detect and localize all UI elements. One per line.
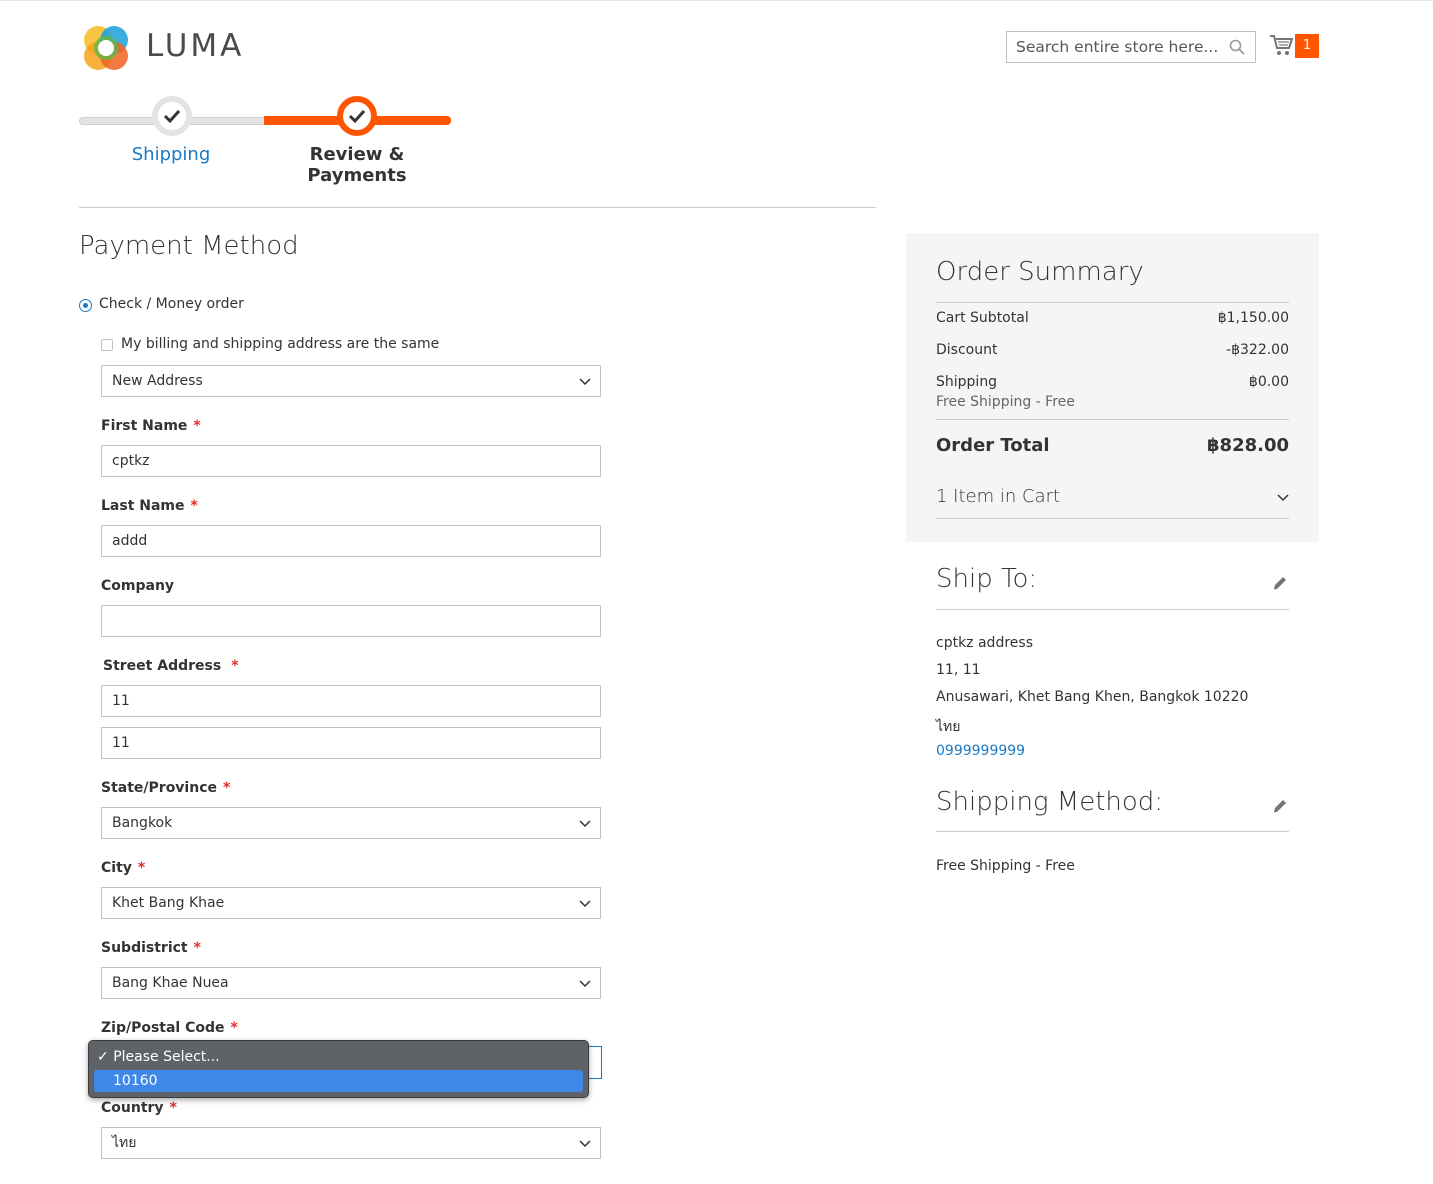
state-select[interactable]: Bangkok — [101, 807, 601, 839]
summary-divider — [936, 302, 1289, 303]
ship-to-phone-link[interactable]: 0999999999 — [936, 743, 1025, 759]
first-name-input[interactable] — [112, 446, 600, 476]
discount-value: -฿322.00 — [1226, 342, 1289, 358]
cart-icon[interactable] — [1269, 34, 1293, 56]
subtotal-label: Cart Subtotal — [936, 310, 1029, 326]
order-total-value: ฿828.00 — [1207, 435, 1289, 456]
zip-dropdown-menu[interactable]: ✓ Please Select... 10160 — [88, 1040, 589, 1098]
ship-to-divider — [936, 609, 1289, 610]
ship-to-country: ไทย — [936, 719, 961, 735]
company-label: Company — [101, 578, 175, 594]
chevron-down-icon[interactable] — [1275, 490, 1291, 506]
chevron-down-icon — [579, 980, 591, 988]
state-value: Bangkok — [112, 815, 173, 831]
last-name-field[interactable] — [101, 525, 601, 557]
zip-label: Zip/Postal Code * — [101, 1020, 238, 1036]
ship-to-title: Ship To: — [936, 564, 1038, 594]
edit-pencil-icon[interactable] — [1271, 574, 1289, 592]
search-box[interactable] — [1006, 31, 1256, 63]
items-in-cart-toggle[interactable]: 1 Item in Cart — [936, 486, 1060, 507]
country-select[interactable]: ไทย — [101, 1127, 601, 1159]
shipping-value: ฿0.00 — [1248, 374, 1289, 390]
logo-text[interactable]: LUMA — [146, 28, 244, 64]
luma-logo-icon[interactable] — [80, 22, 132, 74]
shipping-method-divider — [936, 831, 1289, 832]
shipping-method-title: Shipping Method: — [936, 787, 1164, 817]
chevron-down-icon — [579, 1140, 591, 1148]
summary-divider — [936, 419, 1289, 420]
street-line1-field[interactable] — [101, 685, 601, 717]
city-label: City * — [101, 860, 146, 876]
city-select[interactable]: Khet Bang Khae — [101, 887, 601, 919]
billing-address-select[interactable]: New Address — [101, 365, 601, 397]
step-shipping-link[interactable]: Shipping — [100, 144, 242, 165]
last-name-input[interactable] — [112, 526, 600, 556]
subdistrict-select[interactable]: Bang Khae Nuea — [101, 967, 601, 999]
search-icon[interactable] — [1229, 39, 1245, 55]
top-border — [0, 0, 1433, 1]
street-line2-input[interactable] — [112, 728, 600, 758]
payment-method-radio[interactable] — [79, 299, 92, 312]
first-name-field[interactable] — [101, 445, 601, 477]
last-name-label: Last Name * — [101, 498, 198, 514]
step-shipping-indicator — [152, 96, 192, 136]
same-address-label[interactable]: My billing and shipping address are the … — [121, 336, 439, 352]
check-icon — [163, 109, 181, 124]
summary-divider — [936, 518, 1289, 519]
edit-pencil-icon[interactable] — [1271, 797, 1289, 815]
shipping-label: Shipping — [936, 374, 998, 390]
street-address-label: Street Address * — [103, 658, 239, 674]
check-icon — [348, 109, 366, 124]
same-address-checkbox[interactable] — [101, 339, 113, 351]
ship-to-street: 11, 11 — [936, 662, 981, 678]
step-review-indicator — [337, 96, 377, 136]
street-line2-field[interactable] — [101, 727, 601, 759]
zip-option-please-select[interactable]: ✓ Please Select... — [97, 1049, 220, 1065]
billing-address-value: New Address — [112, 373, 203, 389]
state-label: State/Province * — [101, 780, 231, 796]
country-value: ไทย — [112, 1135, 137, 1151]
city-value: Khet Bang Khae — [112, 895, 225, 911]
order-total-label: Order Total — [936, 435, 1050, 456]
payment-method-label[interactable]: Check / Money order — [99, 296, 244, 312]
ship-to-city: Anusawari, Khet Bang Khen, Bangkok 10220 — [936, 689, 1249, 705]
shipping-method-value: Free Shipping - Free — [936, 858, 1075, 874]
ship-to-name: cptkz address — [936, 635, 1033, 651]
search-input[interactable] — [1007, 32, 1217, 62]
subdistrict-value: Bang Khae Nuea — [112, 975, 229, 991]
company-input[interactable] — [112, 606, 600, 636]
step-review-label: Review & Payments — [307, 144, 407, 186]
chevron-down-icon — [579, 820, 591, 828]
chevron-down-icon — [579, 378, 591, 386]
first-name-label: First Name * — [101, 418, 201, 434]
company-field[interactable] — [101, 605, 601, 637]
chevron-down-icon — [579, 900, 591, 908]
shipping-method-summary: Free Shipping - Free — [936, 394, 1075, 410]
order-summary-title: Order Summary — [936, 257, 1144, 287]
country-label: Country * — [101, 1100, 177, 1116]
payment-method-title: Payment Method — [79, 231, 299, 261]
subdistrict-label: Subdistrict * — [101, 940, 201, 956]
cart-count-badge[interactable]: 1 — [1295, 34, 1319, 58]
street-line1-input[interactable] — [112, 686, 600, 716]
section-divider — [79, 207, 876, 208]
zip-option-10160[interactable]: 10160 — [94, 1070, 583, 1092]
discount-label: Discount — [936, 342, 998, 358]
subtotal-value: ฿1,150.00 — [1217, 310, 1289, 326]
